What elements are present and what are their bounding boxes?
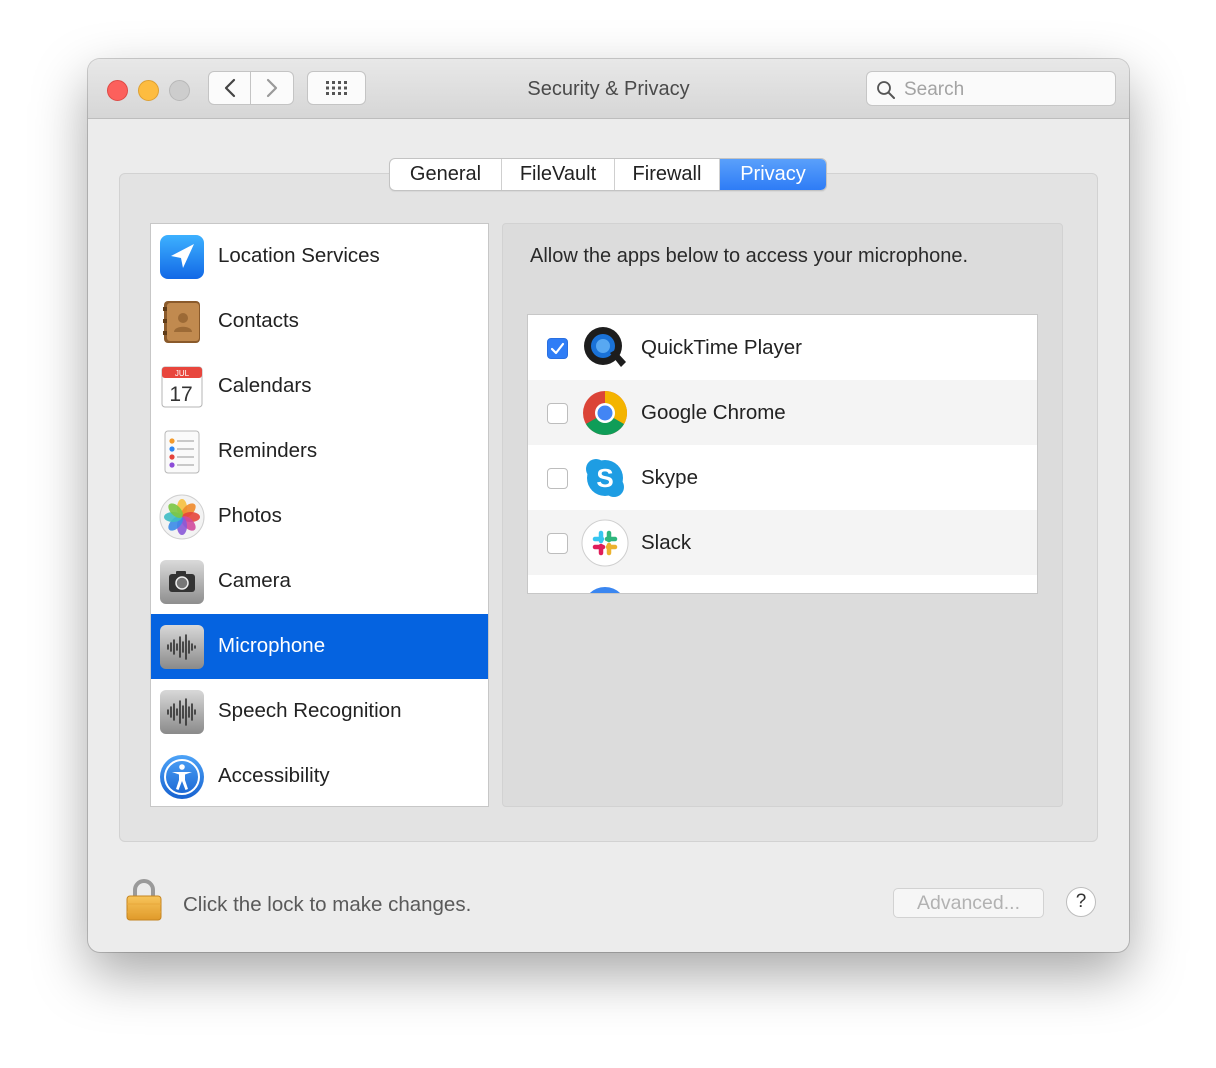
quicktime-checkbox[interactable] [547,338,568,359]
chrome-icon [583,391,627,435]
slack-icon [581,519,629,567]
security-privacy-window: Security & Privacy General FileVault Fir… [88,59,1129,952]
checkmark-icon [550,342,565,355]
app-permission-list: QuickTime Player Google Chrome S Skype S… [527,314,1038,594]
quicktime-icon [584,327,626,367]
sidebar-item-camera[interactable]: Camera [151,549,488,614]
app-row-partial [528,575,1037,593]
tab-firewall[interactable]: Firewall [615,159,720,190]
sidebar-item-microphone[interactable]: Microphone [151,614,488,679]
sidebar-item-reminders[interactable]: Reminders [151,419,488,484]
app-row-quicktime: QuickTime Player [528,315,1037,380]
svg-text:S: S [596,463,613,493]
skype-checkbox[interactable] [547,468,568,489]
sidebar-item-label: Contacts [218,309,299,332]
permission-description: Allow the apps below to access your micr… [530,245,969,267]
sidebar-item-label: Speech Recognition [218,699,402,722]
speech-recognition-icon [160,690,204,734]
app-label: QuickTime Player [641,336,802,359]
photos-icon [159,494,205,540]
app-label: Google Chrome [641,401,786,424]
lock-icon[interactable] [125,878,163,922]
sidebar-item-location-services[interactable]: Location Services [151,224,488,289]
sidebar-item-label: Calendars [218,374,312,397]
sidebar-item-label: Microphone [218,634,326,657]
search-input[interactable] [902,77,1106,103]
app-row-skype: S Skype [528,445,1037,510]
chrome-checkbox[interactable] [547,403,568,424]
tab-privacy[interactable]: Privacy [720,159,826,190]
location-services-icon [160,235,204,279]
skype-icon: S [586,459,624,497]
title-bar: Security & Privacy [88,59,1129,119]
contacts-icon [163,301,200,343]
calendar-icon-day: 17 [169,383,192,406]
app-label: Skype [641,466,698,489]
app-icon-partial [589,587,621,593]
sidebar-item-label: Location Services [218,244,380,267]
sidebar-item-calendars[interactable]: JUL 17 Calendars [151,354,488,419]
help-button[interactable]: ? [1066,887,1096,917]
search-icon [877,81,895,99]
tab-general[interactable]: General [390,159,502,190]
reminders-icon [164,430,200,474]
tab-bar: General FileVault Firewall Privacy [389,158,827,191]
privacy-category-list: Location Services Contacts JUL 17 Calend… [150,223,489,807]
app-label: Slack [641,531,692,554]
tab-filevault[interactable]: FileVault [502,159,615,190]
app-row-chrome: Google Chrome [528,380,1037,445]
sidebar-item-accessibility[interactable]: Accessibility [151,744,488,806]
advanced-button[interactable]: Advanced... [893,888,1044,918]
sidebar-item-label: Accessibility [218,764,330,787]
sidebar-item-photos[interactable]: Photos [151,484,488,549]
calendar-icon-month: JUL [175,369,190,378]
search-field[interactable] [866,71,1116,106]
accessibility-icon [160,755,204,799]
sidebar-item-contacts[interactable]: Contacts [151,289,488,354]
lock-message: Click the lock to make changes. [183,893,472,916]
sidebar-item-speech-recognition[interactable]: Speech Recognition [151,679,488,744]
sidebar-item-label: Photos [218,504,282,527]
sidebar-item-label: Camera [218,569,291,592]
camera-icon [160,560,204,604]
slack-checkbox[interactable] [547,533,568,554]
app-row-slack: Slack [528,510,1037,575]
calendars-icon: JUL 17 [161,366,203,408]
microphone-icon [160,625,204,669]
sidebar-item-label: Reminders [218,439,318,462]
